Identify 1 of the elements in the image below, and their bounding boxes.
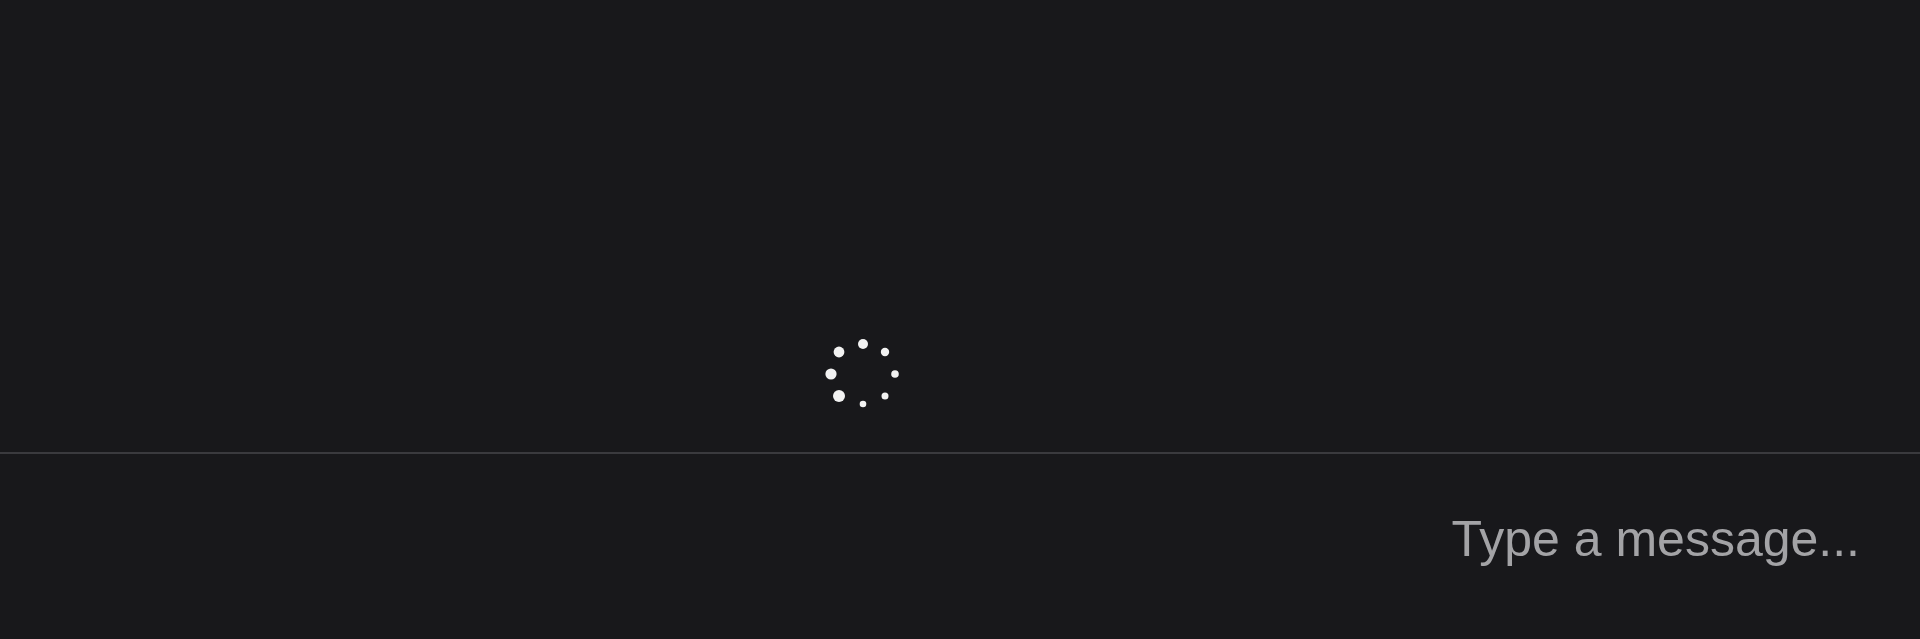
message-input[interactable]: Type a message... xyxy=(0,506,1860,572)
